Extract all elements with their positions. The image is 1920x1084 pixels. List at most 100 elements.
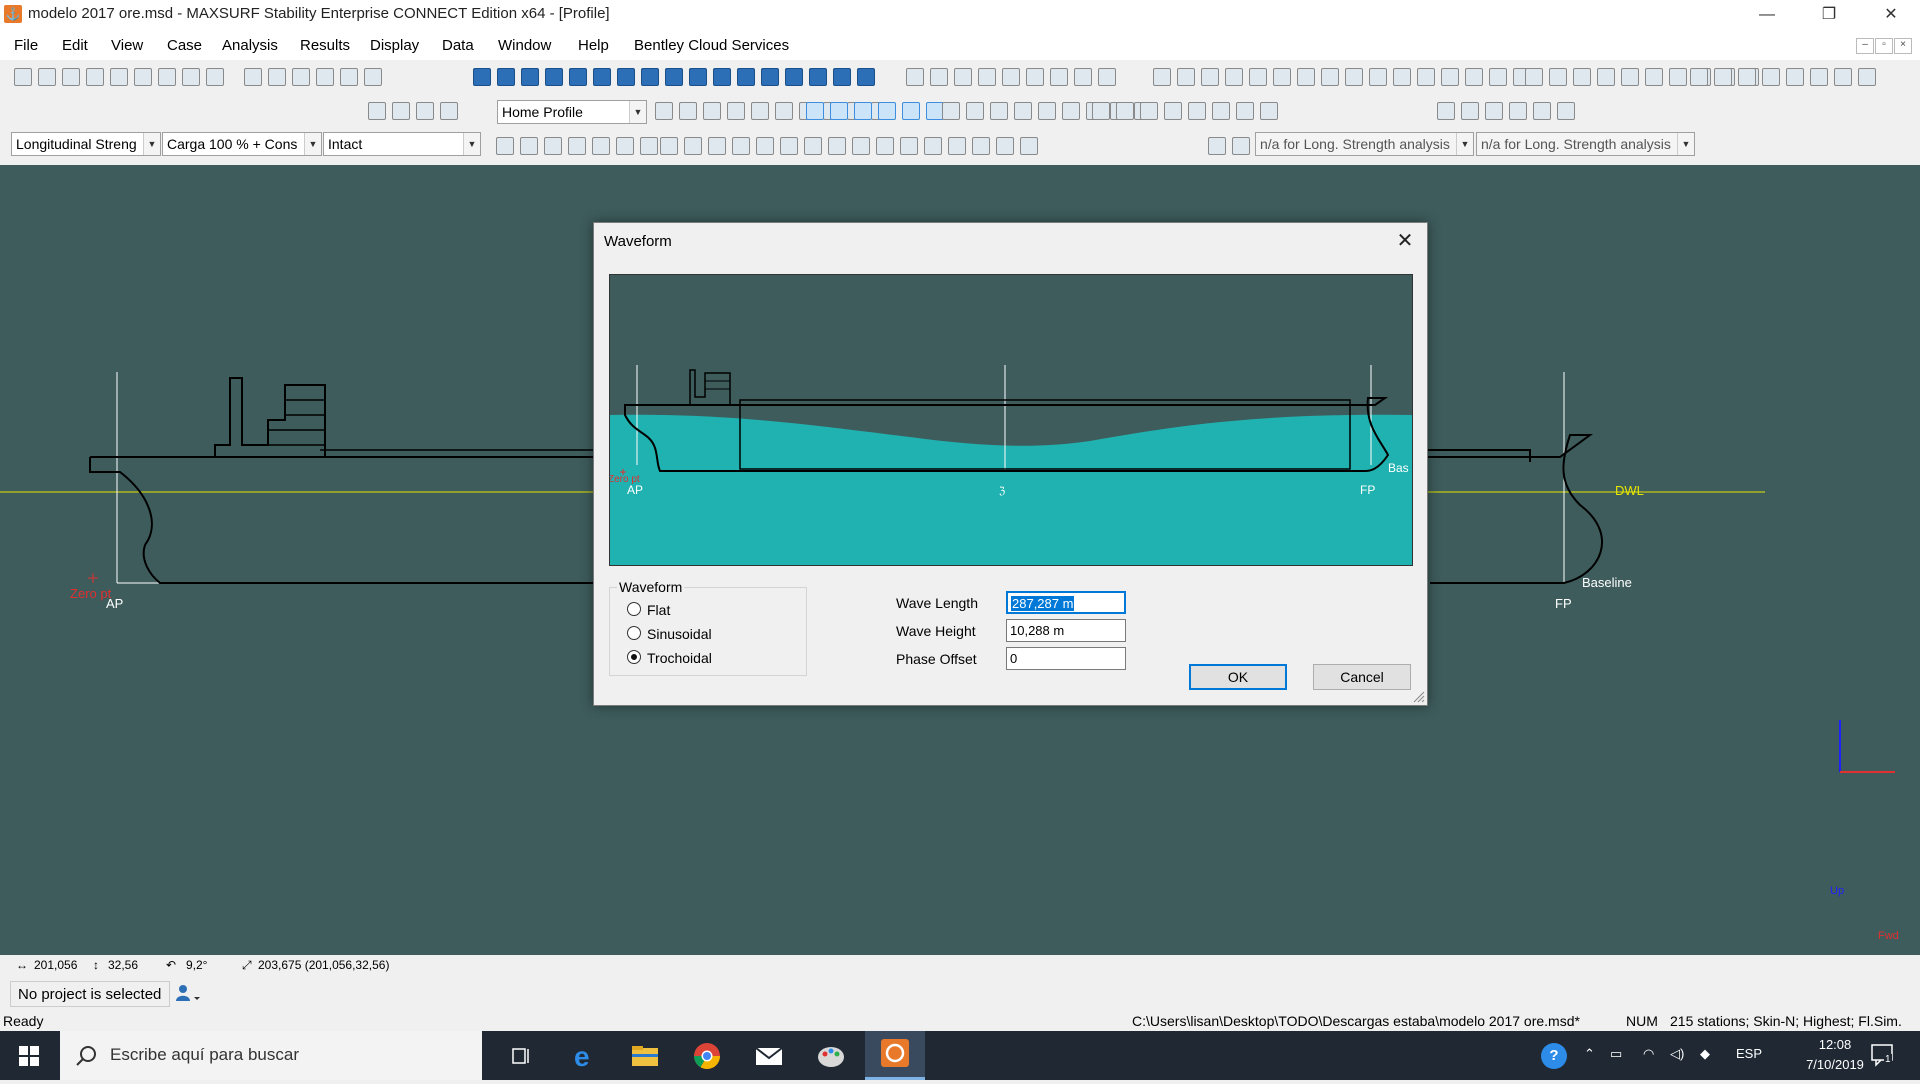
radio-sinusoidal-circle[interactable] [627, 626, 641, 640]
toolbar-tool-icon[interactable] [751, 102, 769, 120]
menu-file[interactable]: File [14, 37, 38, 54]
toolbar-tool-icon[interactable] [1461, 102, 1479, 120]
toolbar-tool-icon[interactable] [292, 68, 310, 86]
toolbar-tool-icon[interactable] [1208, 137, 1226, 155]
toolbar-tool-icon[interactable] [1690, 68, 1708, 86]
toolbar-tool-icon[interactable] [496, 137, 514, 155]
toolbar-tool-icon[interactable] [990, 102, 1008, 120]
toolbar-tool-icon[interactable] [1525, 68, 1543, 86]
taskbar-search-box[interactable]: Escribe aquí para buscar [60, 1031, 482, 1080]
toolbar-tool-icon[interactable] [1762, 68, 1780, 86]
toolbar-tool-icon[interactable] [497, 68, 515, 86]
menu-display[interactable]: Display [370, 37, 419, 54]
toolbar-tool-icon[interactable] [1621, 68, 1639, 86]
chevron-down-icon[interactable]: ▼ [304, 133, 321, 155]
menu-view[interactable]: View [111, 37, 143, 54]
toolbar-tool-icon[interactable] [1834, 68, 1852, 86]
wave-height-input[interactable]: 10,288 m [1006, 619, 1126, 642]
menu-case[interactable]: Case [167, 37, 202, 54]
toolbar-tool-icon[interactable] [392, 102, 410, 120]
toolbar-tool-icon[interactable] [1236, 102, 1254, 120]
toolbar-tool-icon[interactable] [1098, 68, 1116, 86]
toolbar-tool-icon[interactable] [1810, 68, 1828, 86]
toolbar-tool-icon[interactable] [1074, 68, 1092, 86]
menu-help[interactable]: Help [578, 37, 609, 54]
chevron-down-icon[interactable]: ▼ [143, 133, 160, 155]
toolbar-tool-icon[interactable] [569, 68, 587, 86]
toolbar-tool-icon[interactable] [876, 137, 894, 155]
toolbar-tool-icon[interactable] [1465, 68, 1483, 86]
wave-length-input[interactable]: 287,287 m [1006, 591, 1126, 614]
toolbar-tool-icon[interactable] [852, 137, 870, 155]
toolbar-tool-icon[interactable] [1260, 102, 1278, 120]
toolbar-tool-icon[interactable] [703, 102, 721, 120]
battery-icon[interactable]: ▭ [1610, 1046, 1622, 1062]
toolbar-tool-icon[interactable] [756, 137, 774, 155]
toolbar-tool-icon[interactable] [828, 137, 846, 155]
toolbar-tool-icon[interactable] [780, 137, 798, 155]
toolbar-tool-icon[interactable] [708, 137, 726, 155]
toolbar-tool-icon[interactable] [906, 68, 924, 86]
radio-trochoidal-circle[interactable] [627, 650, 641, 664]
toolbar-tool-icon[interactable] [520, 137, 538, 155]
phase-offset-input[interactable]: 0 [1006, 647, 1126, 670]
language-indicator[interactable]: ESP [1736, 1046, 1762, 1061]
chevron-down-icon[interactable]: ▼ [463, 133, 480, 155]
radio-flat-circle[interactable] [627, 602, 641, 616]
toolbar-tool-icon[interactable] [206, 68, 224, 86]
toolbar-tool-icon[interactable] [785, 68, 803, 86]
toolbar-tool-icon[interactable] [1153, 68, 1171, 86]
toolbar-tool-icon[interactable] [134, 68, 152, 86]
toolbar-tool-icon[interactable] [1441, 68, 1459, 86]
toolbar-tool-icon[interactable] [1297, 68, 1315, 86]
toolbar-tool-icon[interactable] [340, 68, 358, 86]
toolbar-tool-icon[interactable] [684, 137, 702, 155]
toolbar-tool-icon[interactable] [1164, 102, 1182, 120]
toolbar-tool-icon[interactable] [737, 68, 755, 86]
toolbar-tool-icon[interactable] [521, 68, 539, 86]
toolbar-tool-icon[interactable] [545, 68, 563, 86]
toolbar-tool-icon[interactable] [1714, 68, 1732, 86]
toolbar-tool-icon[interactable] [593, 68, 611, 86]
toolbar-tool-icon[interactable] [86, 68, 104, 86]
toolbar-tool-icon[interactable] [996, 137, 1014, 155]
toolbar-tool-icon[interactable] [364, 68, 382, 86]
restore-button[interactable]: ❐ [1806, 0, 1852, 30]
menu-bentley-cloud[interactable]: Bentley Cloud Services [634, 37, 789, 54]
toolbar-tool-icon[interactable] [924, 137, 942, 155]
toolbar-tool-icon[interactable] [727, 102, 745, 120]
toolbar-tool-icon[interactable] [268, 68, 286, 86]
toolbar-tool-icon[interactable] [158, 68, 176, 86]
toolbar-tool-icon[interactable] [1417, 68, 1435, 86]
chevron-down-icon[interactable]: ▼ [629, 101, 646, 123]
toolbar-tool-icon[interactable] [1020, 137, 1038, 155]
toolbar-tool-icon[interactable] [1014, 102, 1032, 120]
toolbar-tool-icon[interactable] [732, 137, 750, 155]
toolbar-tool-icon[interactable] [857, 68, 875, 86]
ok-button[interactable]: OK [1189, 664, 1287, 690]
minimize-button[interactable]: — [1744, 0, 1790, 30]
clock[interactable]: 12:08 7/10/2019 [1790, 1035, 1880, 1075]
toolbar-tool-icon[interactable] [640, 137, 658, 155]
toolbar-tool-icon[interactable] [954, 68, 972, 86]
toolbar-tool-icon[interactable] [1062, 102, 1080, 120]
toolbar-tool-icon[interactable] [110, 68, 128, 86]
toolbar-tool-icon[interactable] [1738, 68, 1756, 86]
toolbar-tool-icon[interactable] [948, 137, 966, 155]
toolbar-tool-icon[interactable] [62, 68, 80, 86]
toolbar-tool-icon[interactable] [316, 68, 334, 86]
resize-grip-icon[interactable] [1413, 691, 1425, 703]
toolbar-tool-icon[interactable] [1549, 68, 1567, 86]
toolbar-tool-icon[interactable] [665, 68, 683, 86]
toolbar-tool-icon[interactable] [878, 102, 896, 120]
toolbar-tool-icon[interactable] [1557, 102, 1575, 120]
toolbar-tool-icon[interactable] [38, 68, 56, 86]
toolbar-tool-icon[interactable] [568, 137, 586, 155]
toolbar-tool-icon[interactable] [679, 102, 697, 120]
toolbar-tool-icon[interactable] [689, 68, 707, 86]
toolbar-tool-icon[interactable] [1786, 68, 1804, 86]
menu-window[interactable]: Window [498, 37, 551, 54]
toolbar-tool-icon[interactable] [1026, 68, 1044, 86]
toolbar-tool-icon[interactable] [655, 102, 673, 120]
toolbar-tool-icon[interactable] [1345, 68, 1363, 86]
